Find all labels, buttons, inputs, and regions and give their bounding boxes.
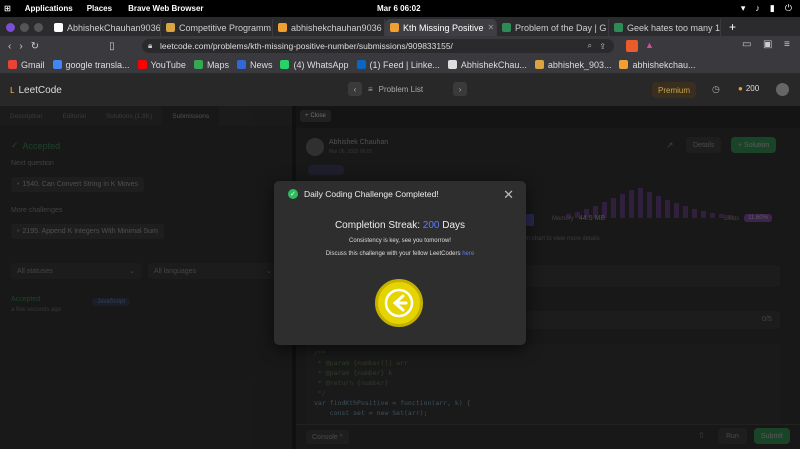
bookmark-favicon-icon [280, 60, 290, 69]
sidebar-toggle-icon[interactable]: ▭ [742, 39, 751, 50]
timer-icon[interactable]: ◷ [712, 84, 720, 95]
browser-app-menu[interactable]: Brave Web Browser [128, 4, 203, 13]
bookmark-item[interactable]: AbhishekChau... [447, 60, 527, 70]
bookmark-item[interactable]: News [236, 60, 272, 70]
success-check-icon: ✓ [288, 189, 298, 199]
brave-shields-icon[interactable] [626, 40, 638, 52]
wifi-icon[interactable]: ▾ [741, 3, 746, 14]
browser-tab[interactable]: Geek hates too many 1✕ [609, 19, 721, 36]
menu-icon[interactable]: ≡ [784, 39, 790, 50]
avatar[interactable] [776, 83, 789, 96]
discuss-here-link[interactable]: here [462, 251, 474, 257]
daily-challenge-modal: ✓ Daily Coding Challenge Completed! ✕ Co… [274, 181, 526, 345]
next-problem-button[interactable]: › [453, 82, 468, 96]
window-close-dot[interactable] [6, 23, 15, 32]
brave-rewards-icon[interactable]: ▲ [645, 40, 654, 50]
completion-streak: Completion Streak: 200 Days [334, 220, 466, 231]
browser-tab[interactable]: Competitive Programm✕ [161, 19, 273, 36]
close-tab-icon[interactable]: ✕ [488, 23, 495, 32]
tab-favicon-icon [502, 23, 511, 32]
tab-favicon-icon [166, 23, 175, 32]
apps-grid-icon[interactable]: ⊞ [4, 4, 11, 13]
leetcode-coin-icon [375, 279, 423, 327]
bookmark-item[interactable]: abhishekchau... [619, 60, 696, 70]
applications-menu[interactable]: Applications [25, 4, 73, 13]
volume-icon[interactable]: ♪ [755, 3, 760, 14]
leetcode-header: ʟ LeetCode ‹ ≡ Problem List › Premium ◷ … [0, 74, 800, 106]
browser-tab-bar: AbhishekChauhan9036✕Competitive Programm… [0, 17, 800, 36]
bookmarks-bar: Gmail google transla... YouTube Maps News (4)… [0, 56, 800, 74]
tab-favicon-icon [390, 23, 399, 32]
forward-arrow-icon[interactable]: › [19, 41, 22, 52]
system-clock[interactable]: Mar 6 06:02 [377, 4, 421, 13]
os-top-bar: ⊞ Applications Places Brave Web Browser … [0, 0, 800, 17]
bookmark-item[interactable]: (4) WhatsApp [280, 60, 349, 70]
address-toolbar: ‹ › ↻ ▯ 🔒︎ leetcode.com/problems/kth-mis… [0, 36, 800, 56]
bookmark-item[interactable]: YouTube [137, 60, 186, 70]
close-icon[interactable]: ✕ [503, 187, 514, 203]
tab-favicon-icon [54, 23, 63, 32]
modal-title: Daily Coding Challenge Completed! [304, 189, 439, 199]
browser-tab[interactable]: Kth Missing Positive ✕ [385, 19, 497, 36]
bookmark-favicon-icon [534, 60, 544, 69]
prev-problem-button[interactable]: ‹ [348, 82, 362, 96]
premium-button[interactable]: Premium [652, 82, 697, 98]
streak-counter[interactable]: ● 200 [738, 84, 759, 93]
problem-list-link[interactable]: Problem List [379, 85, 423, 94]
bookmark-favicon-icon [8, 60, 17, 69]
window-max-dot[interactable] [34, 23, 43, 32]
bookmark-item[interactable]: abhishek_903... [534, 60, 611, 70]
browser-tab[interactable]: abhishekchauhan9036✕ [273, 19, 385, 36]
back-arrow-icon[interactable]: ‹ [8, 41, 11, 52]
bookmark-item[interactable]: google transla... [52, 60, 130, 70]
bookmark-favicon-icon [193, 60, 203, 69]
address-field[interactable]: 🔒︎ leetcode.com/problems/kth-missing-pos… [142, 39, 614, 53]
reload-icon[interactable]: ↻ [31, 41, 39, 52]
bookmark-favicon-icon [619, 60, 629, 69]
places-menu[interactable]: Places [87, 4, 112, 13]
zoom-search-icon[interactable]: ⌕ [588, 41, 592, 51]
leetcode-logo-icon: ʟ [10, 84, 15, 96]
streak-number: 200 [422, 220, 440, 231]
bookmark-item[interactable]: Maps [193, 60, 229, 70]
new-tab-button[interactable]: + [729, 20, 736, 34]
bookmark-favicon-icon [236, 60, 246, 69]
bookmark-item[interactable]: Gmail [8, 60, 45, 70]
problem-list-icon: ≡ [368, 84, 373, 94]
consistency-text: Consistency is key, see you tomorrow! [349, 238, 451, 244]
lock-icon: 🔒︎ [148, 41, 153, 50]
battery-icon[interactable]: ▮ [770, 3, 775, 14]
window-controls [0, 19, 49, 36]
browser-tab[interactable]: AbhishekChauhan9036✕ [49, 19, 161, 36]
bookmark-favicon-icon [52, 60, 62, 69]
leetcode-logo[interactable]: ʟ LeetCode [10, 84, 62, 96]
bookmark-icon[interactable]: ▯ [109, 41, 115, 52]
bookmark-favicon-icon [447, 60, 457, 69]
window-min-dot[interactable] [20, 23, 29, 32]
bookmark-item[interactable]: (1) Feed | Linke... [356, 60, 440, 70]
flame-icon: ● [738, 84, 743, 93]
discuss-text: Discuss this challenge with your fellow … [325, 251, 475, 257]
browser-tab[interactable]: Problem of the Day | G✕ [497, 19, 609, 36]
url-text: leetcode.com/problems/kth-missing-positi… [160, 41, 453, 51]
tab-favicon-icon [278, 23, 287, 32]
bookmark-favicon-icon [137, 60, 147, 69]
bookmark-favicon-icon [356, 60, 366, 69]
tab-favicon-icon [614, 23, 623, 32]
wallet-icon[interactable]: ▣ [763, 39, 772, 50]
share-icon[interactable]: ⇪ [599, 42, 606, 51]
power-icon[interactable]: ⏻ [785, 3, 792, 14]
